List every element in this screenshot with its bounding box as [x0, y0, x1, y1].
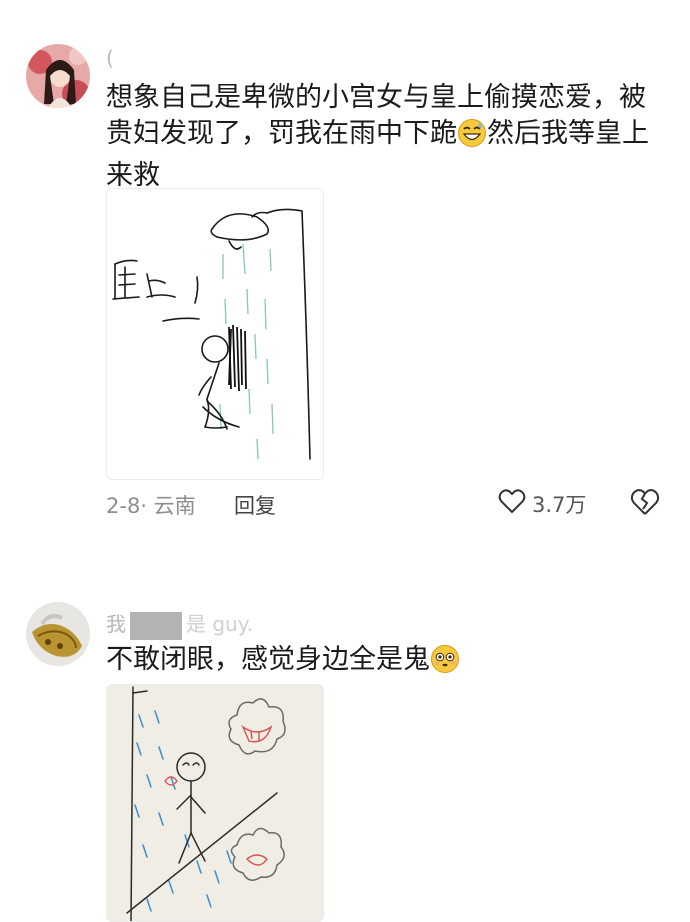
reply-button[interactable]: 回复 — [234, 490, 276, 520]
grinning-sweat-emoji — [457, 118, 487, 158]
username[interactable]: 我 是 guy. — [106, 608, 253, 640]
blurred-username-segment — [130, 611, 182, 640]
comment-text: 想象自己是卑微的小宫女与皇上偷摸恋爱，被 贵妇发现了，罚我在雨中下跪 然后我等皇上… — [106, 80, 666, 194]
comment-text-part: 贵妇发现了，罚我在雨中下跪 — [106, 118, 457, 149]
comment-1: ( 想象自己是卑微的小宫女与皇上偷摸恋爱，被 贵妇发现了，罚我在雨中下跪 然后我等… — [0, 0, 690, 540]
heart-outline-icon — [498, 488, 526, 519]
comment-text-part: 不敢闭眼，感觉身边全是鬼 — [106, 644, 430, 675]
comment-text: 不敢闭眼，感觉身边全是鬼 — [106, 642, 666, 684]
comment-text-part: 想象自己是卑微的小宫女与皇上偷摸恋爱，被 — [106, 82, 646, 113]
like-count: 3.7万 — [532, 492, 587, 517]
comment-meta: 2-8· 云南 — [106, 494, 196, 518]
ghost-rain-drawing — [126, 686, 286, 921]
stick-figure-rain-drawing: 皇上 — [112, 208, 311, 460]
like-button[interactable]: 3.7万 — [498, 488, 586, 519]
comment-text-part: 然后我等皇上 — [487, 118, 649, 149]
avatar[interactable] — [26, 602, 90, 666]
attached-drawing[interactable]: 皇上 — [106, 188, 324, 480]
avatar[interactable] — [26, 44, 90, 108]
attached-drawing[interactable] — [106, 684, 324, 922]
username-prefix: 我 — [106, 612, 126, 636]
username-suffix: 是 guy. — [186, 612, 254, 636]
comment-2: 我 是 guy. 不敢闭眼，感觉身边全是鬼 — [0, 590, 690, 922]
comment-text-part: 来救 — [106, 160, 160, 191]
drawing-label: 皇上 — [121, 293, 123, 296]
flushed-emoji — [430, 644, 460, 684]
username[interactable]: ( — [106, 46, 114, 70]
broken-heart-icon[interactable] — [630, 488, 660, 520]
